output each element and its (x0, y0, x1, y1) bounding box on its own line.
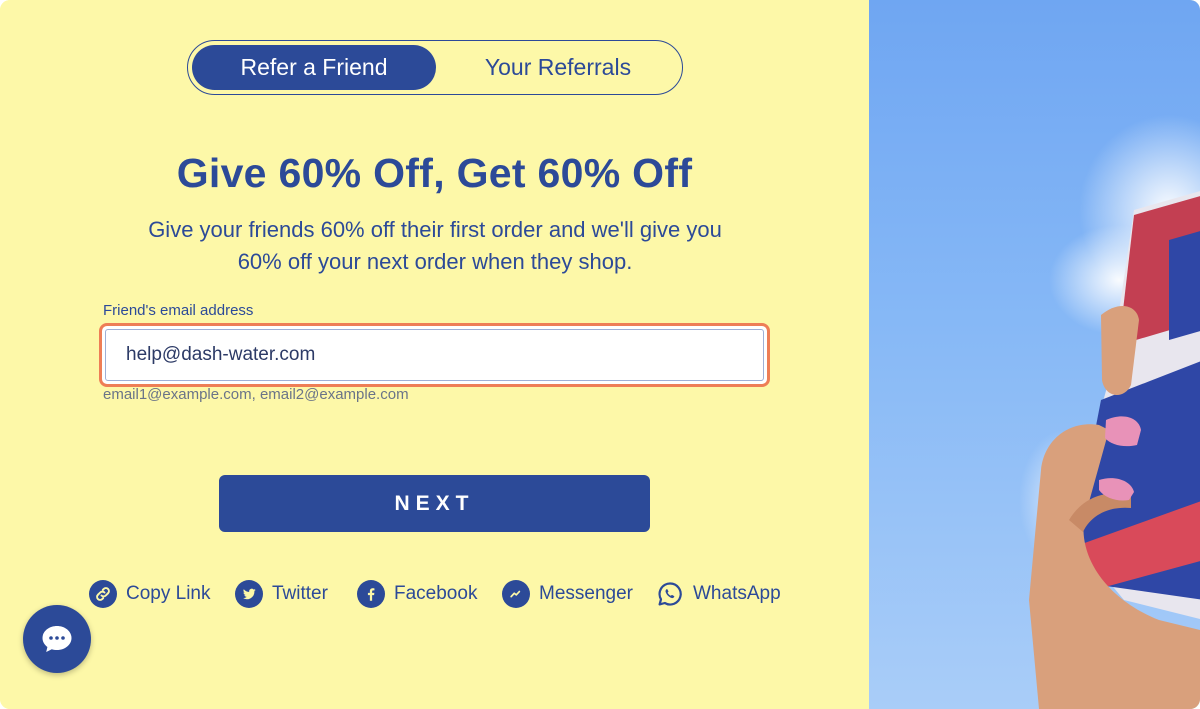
link-icon (89, 580, 117, 608)
tab-switcher: Refer a Friend Your Referrals (187, 40, 683, 95)
share-messenger[interactable]: Messenger (502, 577, 633, 611)
whatsapp-icon (656, 580, 684, 608)
share-twitter[interactable]: Twitter (235, 577, 328, 611)
share-copy-link-label: Copy Link (126, 583, 211, 604)
product-photo (869, 0, 1200, 709)
share-whatsapp-label: WhatsApp (693, 583, 781, 604)
share-facebook-label: Facebook (394, 583, 478, 604)
chat-bubble-icon (42, 626, 72, 652)
referral-modal: Refer a Friend Your Referrals Give 60% O… (0, 0, 1200, 709)
twitter-icon (235, 580, 263, 608)
share-twitter-label: Twitter (272, 583, 328, 604)
email-field-label: Friend's email address (103, 302, 254, 319)
referral-panel: Refer a Friend Your Referrals Give 60% O… (0, 0, 869, 709)
share-messenger-label: Messenger (539, 583, 633, 604)
share-facebook[interactable]: Facebook (357, 577, 477, 611)
messenger-icon (502, 580, 530, 608)
email-field-hint: email1@example.com, email2@example.com (103, 386, 409, 403)
chat-button[interactable] (23, 605, 91, 673)
can-in-hand-illustration (1019, 115, 1200, 709)
tab-refer-a-friend[interactable]: Refer a Friend (192, 45, 436, 90)
facebook-icon (357, 580, 385, 608)
share-whatsapp[interactable]: WhatsApp (656, 577, 781, 611)
offer-description-line-1: Give your friends 60% off their first or… (148, 217, 722, 242)
offer-description-line-2: 60% off your next order when they shop. (237, 249, 633, 274)
email-field-focus-ring (99, 323, 770, 387)
tab-your-referrals[interactable]: Your Referrals (438, 45, 678, 90)
page-title: Give 60% Off, Get 60% Off (176, 150, 693, 196)
offer-description: Give your friends 60% off their first or… (110, 214, 760, 278)
next-button[interactable]: NEXT (219, 475, 650, 532)
email-field[interactable] (105, 329, 764, 381)
share-copy-link[interactable]: Copy Link (89, 577, 211, 611)
